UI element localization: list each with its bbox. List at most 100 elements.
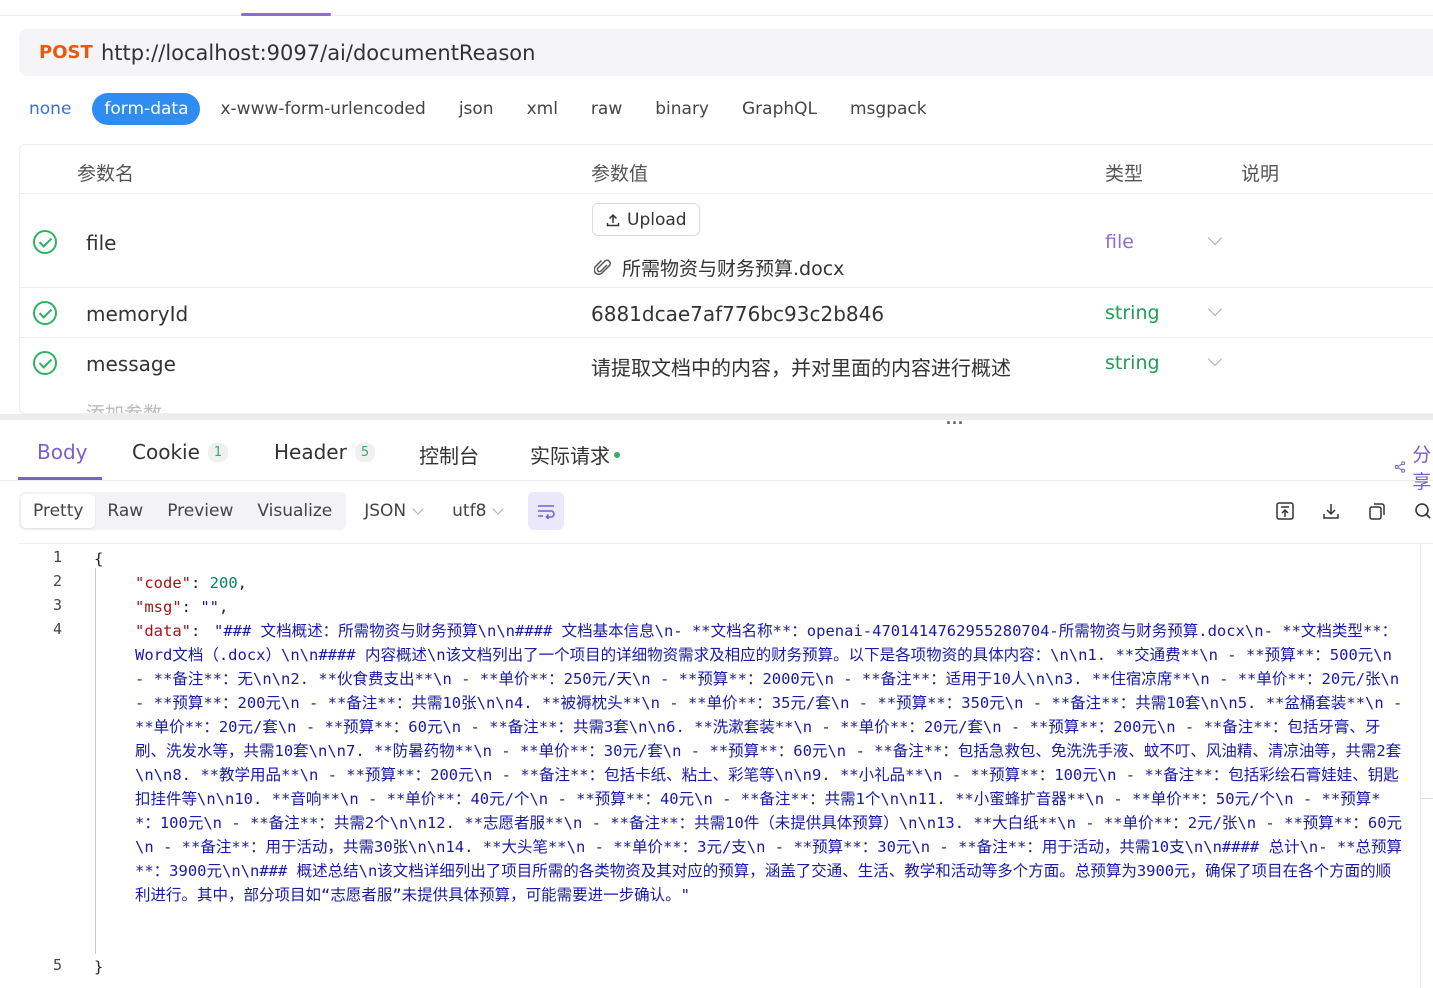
checkbox-icon[interactable] — [33, 351, 57, 375]
json-string: "### 文档概述：所需物资与财务预算\n\n#### 文档基本信息\n- **… — [135, 622, 1403, 904]
response-actions — [1274, 500, 1433, 522]
param-row-file: file Upload 所需物资与财务预算.docx file — [20, 194, 1433, 288]
param-row-memoryid: memoryId 6881dcae7af776bc93c2b846 string — [20, 288, 1433, 338]
download-icon[interactable] — [1320, 500, 1342, 522]
param-name[interactable]: message — [86, 352, 176, 376]
indent-guide — [95, 568, 96, 954]
param-name[interactable]: memoryId — [86, 302, 188, 326]
json-key: "msg" — [135, 598, 182, 616]
param-value[interactable]: 请提取文档中的内容，并对里面的内容进行概述 — [591, 352, 1011, 381]
response-tabs-divider — [0, 480, 1433, 481]
param-row-message: message 请提取文档中的内容，并对里面的内容进行概述 string — [20, 338, 1433, 388]
scrollbar-thumb[interactable] — [1421, 798, 1433, 988]
body-type-urlencoded[interactable]: x-www-form-urlencoded — [220, 99, 425, 119]
upload-label: Upload — [627, 209, 687, 230]
copy-icon[interactable] — [1366, 500, 1388, 522]
json-close-brace: } — [94, 958, 104, 976]
share-label: 分享 — [1412, 444, 1432, 493]
line-number: 2 — [52, 572, 62, 590]
upload-icon — [606, 213, 620, 226]
chevron-down-icon — [412, 503, 424, 515]
line-number: 3 — [52, 596, 62, 614]
tab-header-label: Header — [274, 440, 347, 464]
tab-actual-request-label: 实际请求 — [530, 444, 610, 468]
body-type-form-data[interactable]: form-data — [92, 93, 201, 125]
body-type-none[interactable]: none — [29, 99, 71, 119]
json-line-code: "code": 200, — [135, 574, 248, 592]
params-table-header: 参数名 参数值 类型 说明 — [20, 145, 1433, 194]
wrap-icon — [538, 505, 556, 519]
chevron-down-icon — [492, 503, 505, 515]
share-icon — [1394, 461, 1406, 473]
line-number: 4 — [52, 620, 62, 638]
header-param-name: 参数名 — [77, 163, 135, 185]
checkbox-icon[interactable] — [33, 301, 57, 325]
body-type-raw[interactable]: raw — [591, 99, 622, 119]
url-bar[interactable]: POST http://localhost:9097/ai/documentRe… — [19, 29, 1433, 76]
panel-splitter[interactable] — [0, 414, 1433, 420]
top-icon[interactable] — [1274, 500, 1296, 522]
body-type-binary[interactable]: binary — [655, 99, 709, 119]
share-button[interactable]: 分享 — [1394, 440, 1433, 494]
format-value: JSON — [364, 501, 407, 521]
url-input[interactable]: http://localhost:9097/ai/documentReason — [101, 41, 535, 65]
json-data-value: "### 文档概述：所需物资与财务预算\n\n#### 文档基本信息\n- **… — [135, 619, 1405, 907]
view-mode-group: Pretty Raw Preview Visualize — [19, 492, 347, 530]
body-type-selector: none form-data x-www-form-urlencoded jso… — [18, 93, 960, 125]
header-count-badge: 5 — [354, 442, 376, 462]
attached-file[interactable]: 所需物资与财务预算.docx — [594, 254, 844, 281]
encoding-dropdown[interactable]: utf8 — [452, 501, 505, 521]
response-view-bar: Pretty Raw Preview Visualize JSON utf8 — [19, 492, 565, 530]
body-type-xml[interactable]: xml — [527, 99, 558, 119]
tab-actual-request[interactable]: 实际请求 — [530, 440, 620, 469]
header-param-value: 参数值 — [591, 163, 649, 185]
tab-body[interactable]: Body — [37, 440, 88, 464]
json-number: 200 — [209, 574, 238, 592]
top-divider — [0, 15, 1433, 16]
tab-cookie[interactable]: Cookie 1 — [132, 440, 229, 464]
search-icon[interactable] — [1412, 500, 1433, 522]
view-visualize[interactable]: Visualize — [245, 494, 344, 528]
param-value[interactable]: 6881dcae7af776bc93c2b846 — [591, 302, 884, 326]
param-type[interactable]: string — [1105, 352, 1160, 374]
paperclip-icon — [594, 259, 611, 275]
add-param-input[interactable]: 添加参数 — [86, 399, 162, 413]
wrap-button[interactable] — [528, 492, 565, 530]
encoding-value: utf8 — [452, 501, 487, 521]
response-tabs: Body Cookie 1 Header 5 控制台 实际请求 分享 — [18, 428, 1433, 493]
line-number: 1 — [52, 548, 62, 566]
cookie-count-badge: 1 — [207, 442, 229, 462]
view-pretty[interactable]: Pretty — [21, 494, 96, 528]
http-method[interactable]: POST — [39, 42, 101, 63]
view-raw[interactable]: Raw — [95, 494, 155, 528]
chevron-down-icon[interactable] — [1207, 301, 1223, 317]
param-name[interactable]: file — [86, 231, 116, 255]
line-number: 5 — [52, 956, 62, 974]
view-preview[interactable]: Preview — [155, 494, 245, 528]
chevron-down-icon[interactable] — [1207, 351, 1223, 367]
status-dot — [614, 451, 620, 458]
tab-console[interactable]: 控制台 — [419, 440, 479, 469]
checkbox-icon[interactable] — [33, 230, 57, 254]
json-line-msg: "msg": "", — [135, 598, 229, 616]
response-body-editor[interactable]: 1 2 3 4 5 { "code": 200, "msg": "", "dat… — [19, 543, 1433, 988]
body-type-json[interactable]: json — [459, 99, 494, 119]
upload-button[interactable]: Upload — [592, 203, 700, 236]
tab-header[interactable]: Header 5 — [274, 440, 376, 464]
body-type-graphql[interactable]: GraphQL — [742, 99, 817, 119]
splitter-handle[interactable]: ... — [946, 408, 964, 429]
body-type-msgpack[interactable]: msgpack — [850, 99, 927, 119]
param-type[interactable]: string — [1105, 302, 1160, 324]
chevron-down-icon[interactable] — [1207, 230, 1223, 246]
param-type[interactable]: file — [1105, 231, 1134, 253]
attached-file-name: 所需物资与财务预算.docx — [622, 258, 845, 280]
header-param-desc: 说明 — [1241, 163, 1280, 185]
json-string: "" — [200, 598, 220, 616]
json-open-brace: { — [94, 550, 104, 568]
active-request-tab-indicator — [241, 13, 331, 16]
json-key: "code" — [135, 574, 191, 592]
header-param-type: 类型 — [1105, 163, 1144, 185]
params-table: 参数名 参数值 类型 说明 file Upload 所需物资与财务预算.docx… — [19, 144, 1433, 414]
format-dropdown[interactable]: JSON — [364, 501, 424, 521]
tab-cookie-label: Cookie — [132, 440, 200, 464]
